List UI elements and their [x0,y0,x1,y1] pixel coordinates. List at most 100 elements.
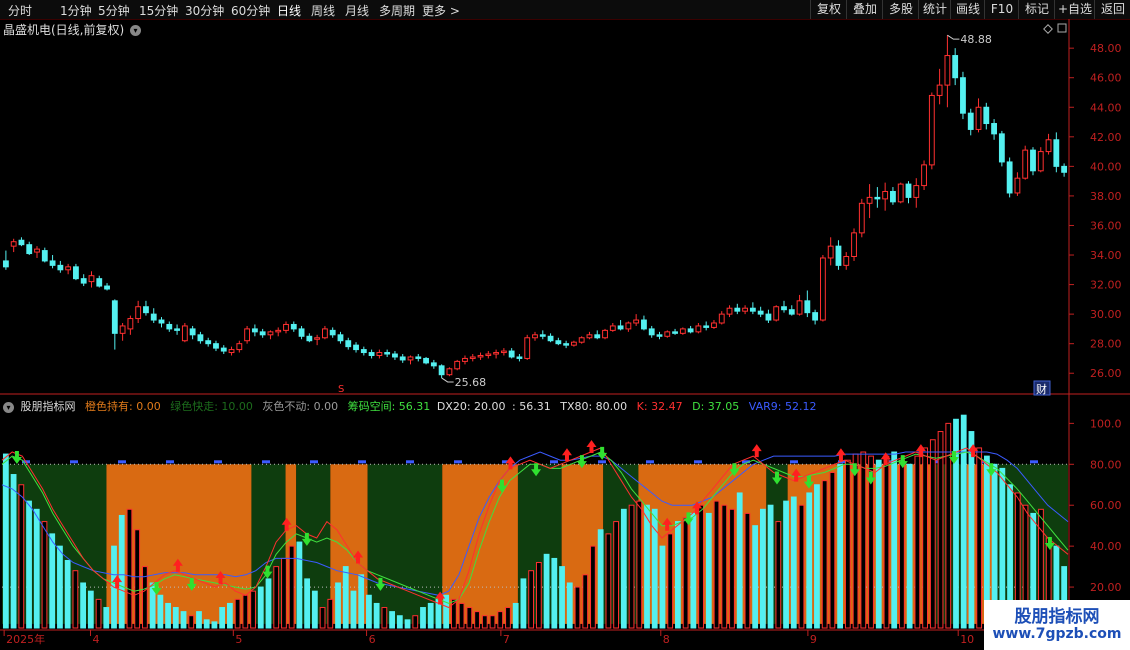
price-tick-label: 48.00 [1090,42,1122,55]
candle [399,354,406,363]
ind-bar [466,607,473,629]
finance-badge-label: 财 [1036,382,1047,396]
candle [104,283,110,291]
ind-bar [528,570,535,629]
ind-bar [219,607,226,629]
candle [594,330,601,340]
candle [244,325,251,344]
candle-body [983,106,990,125]
top-dot [262,460,270,464]
candle-body [500,350,507,354]
ind-bar [713,500,720,629]
candle-body [2,260,9,268]
price-tick-label: 34.00 [1090,249,1122,262]
price-tick-label: 30.00 [1090,308,1122,321]
ind-bar [667,533,674,629]
candle [26,241,33,256]
candle [283,321,289,334]
ind-bar [427,602,434,629]
candle-body [866,196,873,204]
top-dot [790,460,798,464]
candle-body [960,77,966,114]
candle-body [1053,139,1060,167]
ind-bar [18,484,25,629]
candle [928,92,935,170]
candle-body [322,328,328,339]
ind-bar [605,533,612,629]
ind-bar [659,545,666,629]
ind-bar [172,607,179,629]
candle-body [392,353,398,358]
ind-tick-label: 100.0 [1090,417,1122,430]
candle [205,337,212,347]
candle [1053,132,1060,173]
candle-body [952,55,959,79]
candle-body [508,350,515,358]
ind-bar [33,508,40,629]
ind-bar [636,500,643,629]
s-marker: S [338,384,344,395]
candle-body [1037,151,1044,172]
ind-bar [922,447,928,629]
candle-body [602,329,608,339]
ind-bar [489,615,496,629]
candle [641,315,647,331]
candle-body [570,341,577,346]
top-dot [310,460,318,464]
candle-body [251,328,258,333]
candle-body [314,337,321,340]
ind-bar [497,611,504,629]
ind-bar [26,500,32,629]
ind-bar [211,621,218,629]
candle [711,320,717,329]
price-tick-label: 28.00 [1090,338,1122,351]
candle-body [781,306,787,311]
candle-body [119,325,126,334]
ind-bar [929,439,936,629]
ind-bar [675,521,681,629]
candle-body [57,264,64,271]
candle-body [843,255,850,266]
candle [547,333,554,343]
date-tick-label: 9 [810,633,817,646]
candle-body [1022,149,1029,179]
chart-canvas[interactable]: 48.00 46.00 44.00 42.00 40.00 38.00 36.00 34.00… [0,0,1130,650]
candle-body [679,328,686,334]
price-tick-label: 46.00 [1090,72,1122,85]
candle [913,178,920,208]
ind-bar [775,521,782,629]
candle-body [462,357,468,362]
candle [88,271,95,288]
candle-body [742,307,748,312]
ind-bar [721,504,728,629]
candle-body [726,307,733,315]
ind-bar [690,512,697,629]
ind-bar [41,521,48,629]
candle-body [267,331,274,336]
candle [866,184,873,219]
ind-bar [134,529,141,629]
candle-body [788,309,795,315]
candle-body [376,352,383,356]
ind-bar [744,512,751,629]
candle-body [345,340,352,348]
candle [96,275,103,288]
ind-bar [837,463,844,629]
top-dot [646,460,654,464]
ind-tick-label: 40.00 [1090,540,1122,553]
candle [1030,147,1036,176]
candle [524,334,531,360]
candle-body [944,55,951,86]
top-dot [214,460,222,464]
candle-body [928,94,935,166]
candle-body [633,319,640,324]
square-icon [1057,23,1067,33]
candle [617,320,624,331]
candle [960,71,966,120]
candle [392,351,398,360]
top-dot [1030,460,1038,464]
candle-body [181,325,188,342]
ind-bar [767,504,774,629]
candle-body [493,352,500,355]
candle [773,305,780,322]
